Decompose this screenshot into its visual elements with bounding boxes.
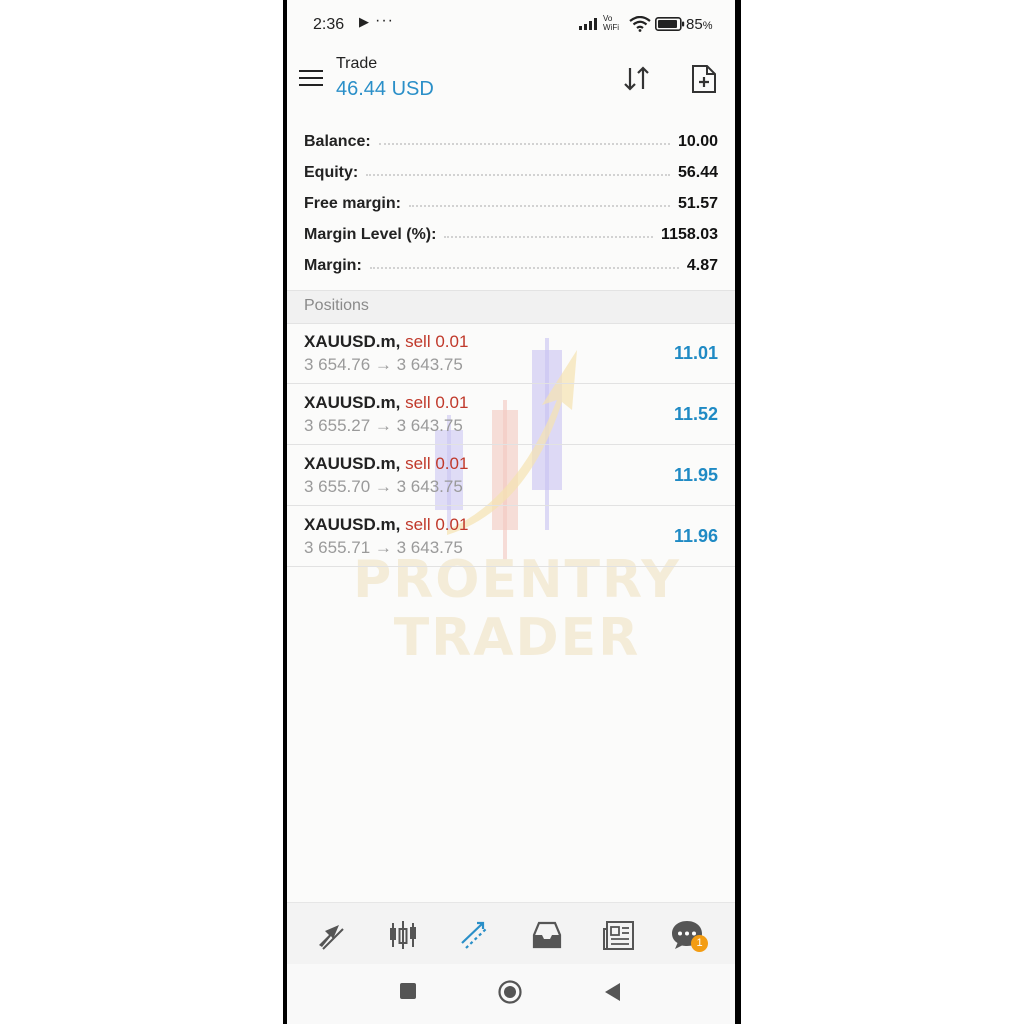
battery-icon xyxy=(655,17,685,31)
summary-label: Free margin: xyxy=(304,194,401,212)
position-row[interactable]: XAUUSD.m, sell 0.01 3 655.71 → 3 643.75 … xyxy=(287,506,735,567)
signal-icon xyxy=(579,18,597,30)
phone-screen: PROENTRY TRADER 2:36 ▶ ··· Vo WiFi 85% T… xyxy=(287,0,735,1024)
positions-header-label: Positions xyxy=(304,297,369,314)
right-frame-bar xyxy=(735,0,741,1024)
summary-value: 10.00 xyxy=(677,132,718,150)
account-summary: Balance: 10.00 Equity: 56.44 Free margin: 5… xyxy=(304,126,718,281)
chart-icon[interactable] xyxy=(385,917,421,953)
summary-free-margin: Free margin: 51.57 xyxy=(304,188,718,219)
summary-margin-level: Margin Level (%): 1158.03 xyxy=(304,219,718,250)
home-icon[interactable] xyxy=(498,980,522,1004)
battery-percent: 85% xyxy=(686,16,712,33)
summary-label: Equity: xyxy=(304,163,359,181)
position-profit: 11.52 xyxy=(673,404,718,424)
wifi-icon xyxy=(629,16,651,32)
quotes-icon[interactable] xyxy=(313,917,349,953)
battery-value: 85 xyxy=(686,16,703,33)
chat-badge: 1 xyxy=(691,935,708,952)
position-prices: 3 655.71 → 3 643.75 xyxy=(304,538,463,557)
page-title: Trade xyxy=(336,55,378,72)
summary-value: 51.57 xyxy=(677,194,718,212)
battery-unit: % xyxy=(702,20,713,32)
summary-label: Balance: xyxy=(304,132,371,150)
summary-margin: Margin: 4.87 xyxy=(304,250,718,281)
position-side: sell 0.01 xyxy=(405,332,469,351)
trade-icon[interactable] xyxy=(457,917,493,953)
position-side: sell 0.01 xyxy=(405,454,469,473)
position-row[interactable]: XAUUSD.m, sell 0.01 3 655.70 → 3 643.75 … xyxy=(287,445,735,506)
play-icon: ▶ xyxy=(359,14,369,29)
vowifi-bottom: WiFi xyxy=(603,23,619,32)
position-side: sell 0.01 xyxy=(405,393,469,412)
position-symbol: XAUUSD.m, xyxy=(304,332,401,351)
chat-button[interactable]: 1 xyxy=(669,917,708,953)
summary-value: 1158.03 xyxy=(661,225,718,243)
status-bar: 2:36 ▶ ··· Vo WiFi 85% xyxy=(287,0,735,50)
new-order-icon[interactable] xyxy=(691,64,717,94)
position-row[interactable]: XAUUSD.m, sell 0.01 3 655.27 → 3 643.75 … xyxy=(287,384,735,445)
vowifi-top: Vo xyxy=(603,14,613,23)
menu-icon[interactable] xyxy=(299,70,323,88)
position-profit: 11.96 xyxy=(673,526,718,546)
position-prices: 3 654.76 → 3 643.75 xyxy=(304,355,463,374)
position-symbol: XAUUSD.m, xyxy=(304,393,401,412)
summary-balance: Balance: 10.00 xyxy=(304,126,718,157)
more-notifications-icon: ··· xyxy=(375,12,394,29)
watermark-line2: TRADER xyxy=(393,608,641,668)
positions-section-header: Positions xyxy=(287,290,735,324)
back-icon[interactable] xyxy=(603,982,621,1002)
position-prices: 3 655.70 → 3 643.75 xyxy=(304,477,463,496)
summary-label: Margin Level (%): xyxy=(304,225,437,243)
position-profit: 11.01 xyxy=(673,343,718,363)
vowifi-icon: Vo WiFi xyxy=(603,14,619,32)
position-prices: 3 655.27 → 3 643.75 xyxy=(304,416,463,435)
bottom-navigation: 1 xyxy=(287,902,735,965)
history-icon[interactable] xyxy=(529,917,565,953)
recents-icon[interactable] xyxy=(399,982,417,1000)
summary-value: 56.44 xyxy=(677,163,718,181)
status-time: 2:36 xyxy=(313,16,345,33)
position-side: sell 0.01 xyxy=(405,515,469,534)
position-profit: 11.95 xyxy=(673,465,718,485)
account-profit: 46.44 USD xyxy=(336,78,434,100)
position-row[interactable]: XAUUSD.m, sell 0.01 3 654.76 → 3 643.75 … xyxy=(287,323,735,384)
summary-label: Margin: xyxy=(304,256,362,274)
position-symbol: XAUUSD.m, xyxy=(304,515,401,534)
sort-icon[interactable] xyxy=(622,64,652,94)
news-icon[interactable] xyxy=(601,917,637,953)
position-symbol: XAUUSD.m, xyxy=(304,454,401,473)
system-navigation xyxy=(287,964,735,1024)
summary-value: 4.87 xyxy=(686,256,718,274)
summary-equity: Equity: 56.44 xyxy=(304,157,718,188)
